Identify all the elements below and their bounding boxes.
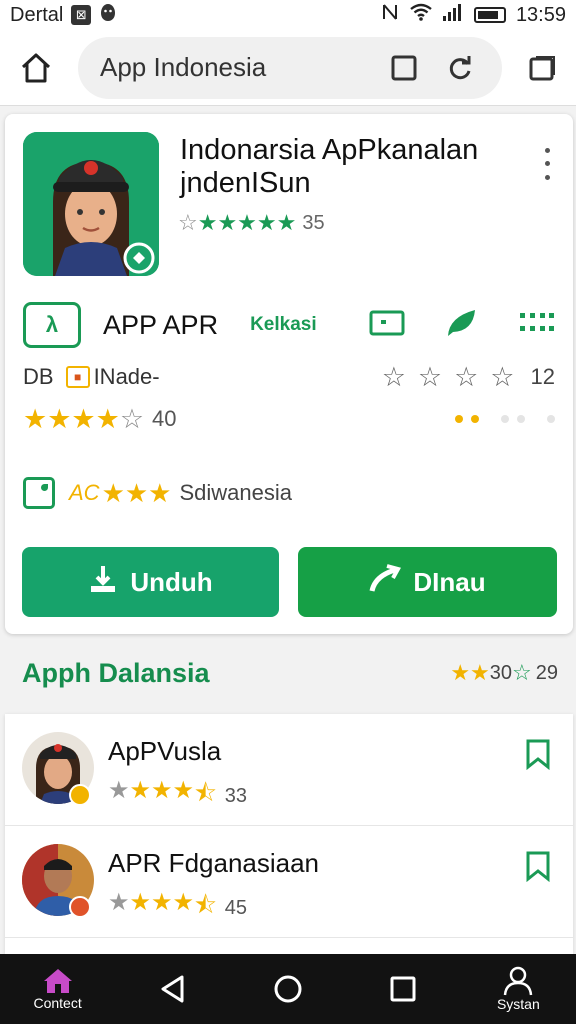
row4-prefix: AC xyxy=(69,480,100,505)
rating-count: 35 xyxy=(302,211,325,234)
screen-icon[interactable] xyxy=(369,308,405,343)
home-tab-icon xyxy=(41,967,75,995)
app-icon-image[interactable] xyxy=(23,132,159,276)
section-rating-a: 30 xyxy=(489,661,513,684)
section-star-outline: ☆ xyxy=(512,660,532,685)
list-item-count: 45 xyxy=(224,897,248,919)
status-bar: Dertal ⊠ 13:59 xyxy=(0,0,576,30)
profile-icon xyxy=(503,966,533,996)
rating-stars: ☆ ★★★★★ xyxy=(178,210,297,235)
list-item[interactable]: APR Fdganasiaan ★ ★★★ ⯪ 45 xyxy=(5,826,573,938)
row2-label: DB xyxy=(23,364,54,389)
info-row-4: AC ★★★ Sdiwanesia xyxy=(23,476,555,510)
tabs-icon[interactable] xyxy=(520,46,564,90)
download-button[interactable]: Unduh xyxy=(22,547,279,617)
nav-back[interactable] xyxy=(135,954,211,1024)
bookmark-icon[interactable] xyxy=(523,738,553,771)
avatar-badge xyxy=(69,784,91,806)
reload-icon[interactable] xyxy=(440,48,480,88)
list-item-name: APR Fdganasiaan xyxy=(108,848,320,878)
list-item-count: 33 xyxy=(224,785,248,807)
status-app-label: Dertal xyxy=(10,3,64,26)
list-item-rating: ★ ★★★ ⯪ 45 xyxy=(108,888,247,929)
row1-label: APP APR xyxy=(103,309,219,340)
app-rating: ☆ ★★★★★ 35 xyxy=(178,210,325,236)
empty-stars[interactable]: ☆☆☆☆ xyxy=(382,362,527,393)
nfc-icon xyxy=(380,2,400,28)
secondary-label: DInau xyxy=(413,566,486,597)
android-icon xyxy=(99,2,117,28)
leaf-icon[interactable] xyxy=(445,307,479,344)
row3-stars: ★★★★ ☆ xyxy=(23,403,145,434)
page-dots xyxy=(455,415,555,423)
row2-mid: INade- xyxy=(93,364,160,389)
stop-icon[interactable] xyxy=(384,48,424,88)
nav-profile[interactable]: Systan xyxy=(480,954,556,1024)
app-list: ApPVusla ★ ★★★ ⯪ 33 APR Fdganasiaan ★ ★★★ ⯪ … xyxy=(5,714,573,954)
info-row-3: ★★★★ ☆ 40 xyxy=(23,402,555,436)
app-title: Indonarsia ApPkanalan jndenISun xyxy=(180,134,479,199)
share-icon xyxy=(369,563,402,601)
avatar-badge xyxy=(69,896,91,918)
download-label: Unduh xyxy=(130,566,213,597)
info-row-2: DB ■ INade- ☆☆☆☆ 12 xyxy=(23,362,555,392)
row2-count: 12 xyxy=(530,364,555,389)
list-item-name: ApPVusla xyxy=(108,736,222,766)
bookmark-icon[interactable] xyxy=(523,850,553,883)
nav-home[interactable]: Contect xyxy=(20,954,96,1024)
edit-icon[interactable] xyxy=(23,477,55,509)
more-options-icon[interactable] xyxy=(535,144,559,184)
nav-recents[interactable] xyxy=(365,954,441,1024)
section-rating-b: 29 xyxy=(535,661,558,684)
list-item-rating: ★ ★★★ ⯪ 33 xyxy=(108,776,247,817)
list-item-stars: ★ ★★★ ⯪ xyxy=(108,889,217,919)
notification-icon: ⊠ xyxy=(71,5,92,25)
section-stars: ★★ xyxy=(450,660,490,685)
list-item[interactable]: ApPVusla ★ ★★★ ⯪ 33 xyxy=(5,714,573,826)
badge-icon: ■ xyxy=(65,366,90,388)
grid-icon[interactable] xyxy=(519,312,555,339)
row3-count: 40 xyxy=(152,406,177,431)
browser-toolbar: App Indonesia xyxy=(0,30,576,106)
status-time: 13:59 xyxy=(515,3,566,26)
list-item-stars: ★ ★★★ ⯪ xyxy=(108,777,217,807)
section-rating: ★★ 30 ☆ 29 xyxy=(450,660,558,686)
section-header: Apph Dalansia ★★ 30 ☆ 29 xyxy=(22,656,558,690)
download-icon xyxy=(88,564,118,601)
nav-left-label: Contect xyxy=(33,995,82,1011)
nav-home-button[interactable] xyxy=(250,954,326,1024)
info-row-1: λ APP APR Kelkasi xyxy=(23,302,555,348)
back-icon xyxy=(159,974,187,1004)
row1-link[interactable]: Kelkasi xyxy=(250,314,317,336)
home-icon[interactable] xyxy=(8,40,64,96)
battery-icon xyxy=(473,7,506,23)
circle-home-icon xyxy=(272,973,304,1005)
signal-icon xyxy=(442,2,464,28)
section-title[interactable]: Apph Dalansia xyxy=(22,658,210,689)
app-badge-icon[interactable]: λ xyxy=(23,302,81,348)
app-card: Indonarsia ApPkanalan jndenISun ☆ ★★★★★ 3… xyxy=(5,114,573,634)
row4-stars: ★★★ xyxy=(101,477,172,508)
row4-label: Sdiwanesia xyxy=(179,480,293,505)
wifi-icon xyxy=(410,3,432,27)
nav-right-label: Systan xyxy=(496,996,540,1012)
url-text[interactable]: App Indonesia xyxy=(100,52,368,83)
recents-icon xyxy=(389,975,417,1003)
secondary-button[interactable]: DInau xyxy=(298,547,557,617)
bottom-navigation: Contect Systan xyxy=(0,954,576,1024)
address-bar[interactable]: App Indonesia xyxy=(78,36,502,99)
